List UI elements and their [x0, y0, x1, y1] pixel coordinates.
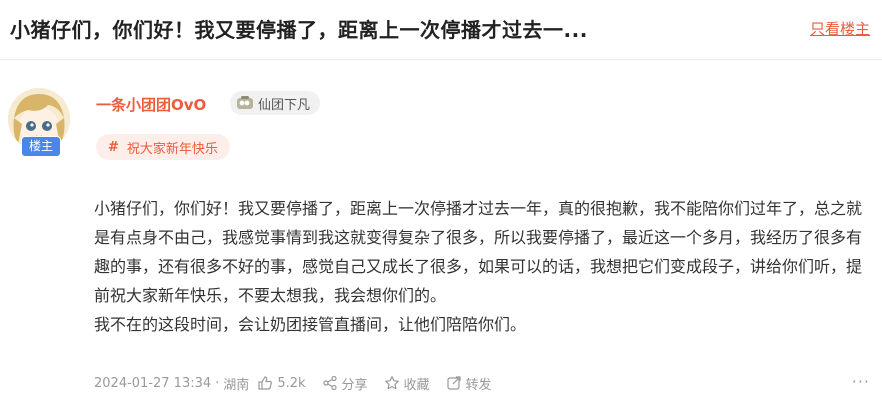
hash-icon: #: [108, 139, 119, 155]
share-label: 分享: [341, 377, 368, 393]
post-paragraph: 我不在的这段时间，会让奶团接管直播间，让他们陪陪你们。: [94, 315, 527, 334]
post-meta: 2024-01-27 13:34 · 湖南 5.2k 分享 收藏 转发: [94, 372, 492, 394]
cloud-badge-icon: [237, 96, 253, 109]
only-op-link[interactable]: 只看楼主: [810, 18, 870, 39]
topic-tag[interactable]: # 祝大家新年快乐: [96, 134, 230, 160]
repost-icon: [446, 376, 461, 390]
post-header: 小猪仔们，你们好！我又要停播了，距离上一次停播才过去一... 只看楼主: [0, 0, 882, 60]
post-paragraph: 小猪仔们，你们好！我又要停播了，距离上一次停播才过去一年，真的很抱歉，我不能陪你…: [94, 199, 863, 305]
favorite-button[interactable]: 收藏: [384, 374, 430, 393]
repost-button[interactable]: 转发: [446, 374, 492, 393]
share-button[interactable]: 分享: [322, 374, 368, 393]
level-badge-label: 仙团下凡: [258, 97, 311, 113]
like-button[interactable]: 5.2k: [257, 375, 306, 391]
share-icon: [322, 375, 337, 391]
topic-tag-label: 祝大家新年快乐: [126, 141, 218, 157]
post-title: 小猪仔们，你们好！我又要停播了，距离上一次停播才过去一...: [10, 18, 588, 42]
favorite-label: 收藏: [403, 377, 430, 393]
author-name[interactable]: 一条小团团OvO: [96, 94, 206, 115]
post-datetime: 2024-01-27 13:34: [94, 375, 212, 391]
post-page: 小猪仔们，你们好！我又要停播了，距离上一次停播才过去一... 只看楼主 楼主 一…: [0, 0, 882, 403]
meta-separator: ·: [215, 375, 220, 391]
author-avatar-wrap[interactable]: 楼主: [8, 88, 72, 158]
op-badge: 楼主: [21, 136, 61, 157]
more-options-button[interactable]: ···: [852, 372, 870, 391]
post-content: 小猪仔们，你们好！我又要停播了，距离上一次停播才过去一年，真的很抱歉，我不能陪你…: [94, 194, 872, 339]
thumbs-up-icon: [258, 376, 273, 390]
star-icon: [384, 376, 399, 390]
level-badge[interactable]: 仙团下凡: [230, 91, 321, 115]
post-location: 湖南: [223, 377, 250, 393]
like-count: 5.2k: [277, 375, 306, 391]
repost-label: 转发: [465, 377, 492, 393]
